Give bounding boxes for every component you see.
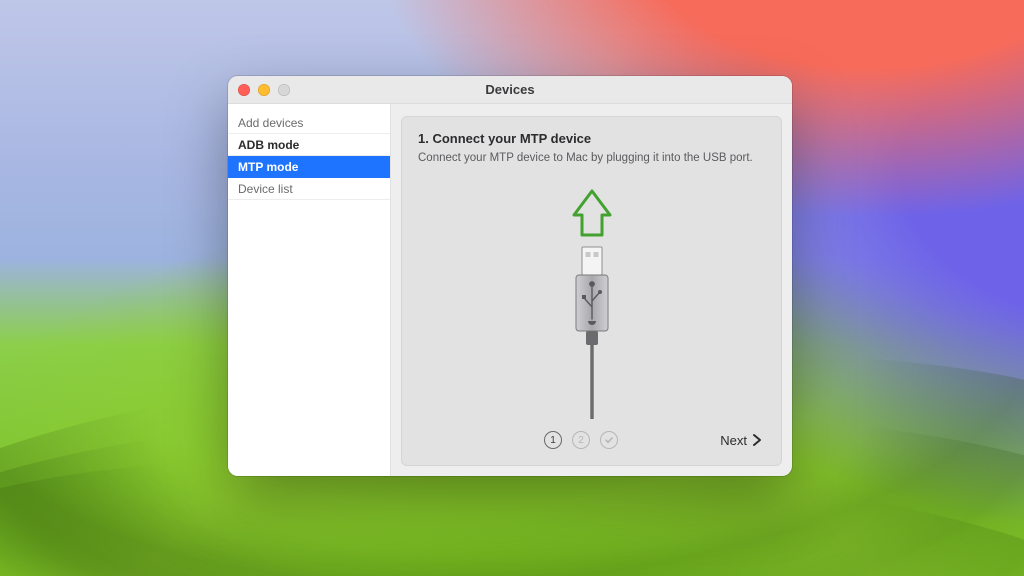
step-1-icon[interactable]: 1 [544, 431, 562, 449]
panel-footer: 1 2 Next [418, 419, 765, 455]
main-panel: 1. Connect your MTP device Connect your … [391, 104, 792, 476]
chevron-right-icon [751, 433, 763, 447]
usb-plug-icon [532, 189, 652, 419]
sidebar-item-add-devices[interactable]: Add devices [228, 112, 390, 134]
traffic-lights [238, 84, 290, 96]
usb-illustration [418, 164, 765, 419]
sidebar: Add devices ADB mode MTP mode Device lis… [228, 104, 391, 476]
step-done-icon[interactable] [600, 431, 618, 449]
sidebar-item-device-list[interactable]: Device list [228, 178, 390, 200]
step-description: Connect your MTP device to Mac by pluggi… [418, 152, 765, 164]
step-2-label: 2 [578, 435, 584, 446]
next-button[interactable]: Next [720, 433, 765, 448]
step-1-label: 1 [550, 435, 556, 446]
titlebar[interactable]: Devices [228, 76, 792, 104]
minimize-icon[interactable] [258, 84, 270, 96]
next-label: Next [720, 433, 747, 448]
devices-window: Devices Add devices ADB mode MTP mode De… [228, 76, 792, 476]
step-title: 1. Connect your MTP device [418, 131, 765, 146]
desktop-wallpaper: Devices Add devices ADB mode MTP mode De… [0, 0, 1024, 576]
close-icon[interactable] [238, 84, 250, 96]
sidebar-item-adb-mode[interactable]: ADB mode [228, 134, 390, 156]
content-panel: 1. Connect your MTP device Connect your … [401, 116, 782, 466]
sidebar-item-mtp-mode[interactable]: MTP mode [228, 156, 390, 178]
zoom-icon[interactable] [278, 84, 290, 96]
arrow-up-icon [574, 191, 610, 235]
step-indicator: 1 2 [544, 431, 618, 449]
window-title: Devices [228, 82, 792, 97]
step-2-icon[interactable]: 2 [572, 431, 590, 449]
window-body: Add devices ADB mode MTP mode Device lis… [228, 104, 792, 476]
